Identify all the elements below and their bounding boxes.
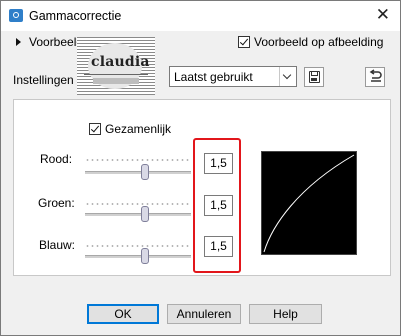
expand-triangle-icon[interactable]	[16, 38, 21, 46]
gamma-curve-preview	[261, 151, 357, 255]
dialog-window: Gammacorrectie ✕ Voorbeeld Voorbeeld op …	[0, 0, 401, 336]
app-icon	[9, 9, 23, 22]
ok-button[interactable]: OK	[87, 304, 159, 324]
claudia-logo: claudia	[77, 37, 155, 95]
floppy-disk-icon	[309, 71, 320, 83]
highlight-box	[193, 138, 241, 273]
chevron-down-icon[interactable]	[279, 67, 296, 86]
red-slider-thumb[interactable]	[141, 164, 149, 180]
blue-slider-thumb[interactable]	[141, 248, 149, 264]
preset-select-value: Laatst gebruikt	[174, 70, 253, 84]
joint-label[interactable]: Gezamenlijk	[105, 122, 171, 136]
green-slider-track[interactable]	[85, 213, 191, 216]
blue-slider-track[interactable]	[85, 255, 191, 258]
joint-checkbox[interactable]	[89, 123, 101, 135]
reset-icon	[369, 69, 382, 82]
window-title: Gammacorrectie	[29, 9, 122, 23]
logo-tag	[93, 78, 139, 84]
preview-label[interactable]: Voorbeeld	[29, 35, 83, 49]
gamma-curve	[263, 154, 355, 253]
cancel-button[interactable]: Annuleren	[167, 304, 241, 324]
settings-label: Instellingen	[13, 73, 74, 87]
preview-on-image-checkbox[interactable]	[238, 36, 250, 48]
red-slider-track[interactable]	[85, 171, 191, 174]
logo-underline	[84, 74, 148, 75]
preview-on-image-label[interactable]: Voorbeeld op afbeelding	[254, 35, 383, 49]
title-bar[interactable]: Gammacorrectie ✕	[1, 1, 400, 31]
reset-button[interactable]	[365, 67, 385, 87]
blue-label: Blauw:	[39, 238, 76, 252]
help-button[interactable]: Help	[249, 304, 322, 324]
green-slider-thumb[interactable]	[141, 206, 149, 222]
save-preset-button[interactable]	[304, 67, 324, 87]
red-label: Rood:	[40, 152, 73, 166]
logo-text: claudia	[91, 54, 150, 70]
blue-slider-ticks	[85, 245, 191, 247]
close-icon[interactable]: ✕	[376, 6, 390, 24]
red-slider-ticks	[85, 159, 191, 161]
green-slider-ticks	[85, 203, 191, 205]
green-label: Groen:	[38, 196, 75, 210]
preset-select[interactable]: Laatst gebruikt	[169, 66, 297, 87]
